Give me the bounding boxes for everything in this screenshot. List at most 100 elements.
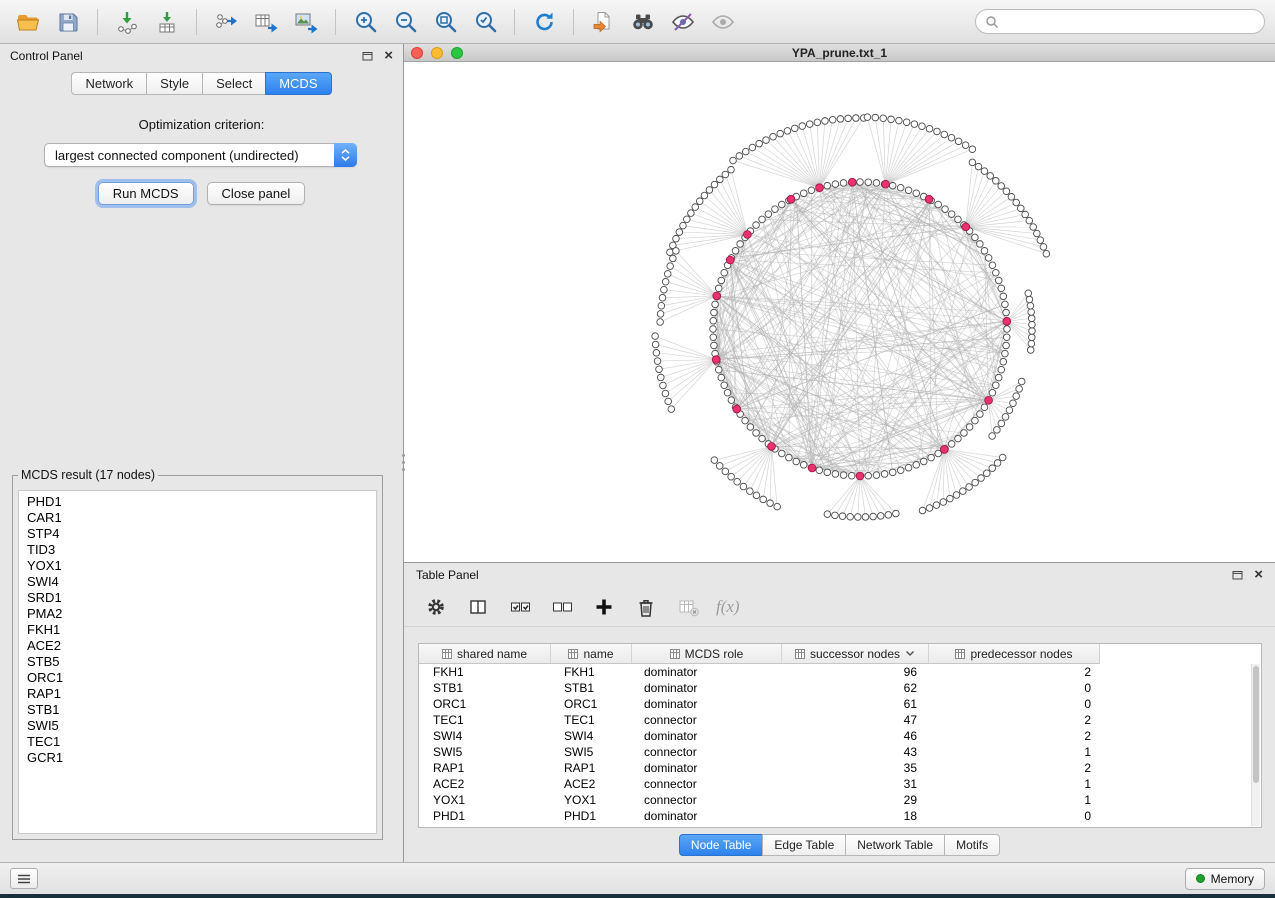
save-session-button[interactable] [50, 5, 86, 39]
tab-network-table[interactable]: Network Table [845, 834, 944, 856]
mcds-list-item[interactable]: STB5 [27, 654, 376, 670]
tab-style[interactable]: Style [146, 72, 202, 95]
mcds-list-item[interactable]: STP4 [27, 526, 376, 542]
tab-node-table[interactable]: Node Table [679, 834, 763, 856]
table-cell: PHD1 [419, 808, 551, 824]
window-maximize-button[interactable] [451, 47, 463, 59]
zoom-fit-button[interactable] [427, 5, 463, 39]
table-cell: 96 [782, 664, 929, 680]
table-cell: RAP1 [551, 760, 632, 776]
float-panel-icon[interactable] [362, 51, 373, 61]
table-row[interactable]: YOX1YOX1connector291 [419, 792, 1261, 808]
share-document-button[interactable] [585, 5, 621, 39]
column-header-successor-nodes[interactable]: successor nodes [782, 644, 929, 663]
mcds-list-item[interactable]: CAR1 [27, 510, 376, 526]
close-table-panel-icon[interactable]: × [1254, 569, 1263, 581]
table-settings-button[interactable] [422, 593, 450, 621]
network-view[interactable] [404, 62, 1275, 562]
table-row[interactable]: SWI5SWI5connector431 [419, 744, 1261, 760]
table-cell: SWI4 [551, 728, 632, 744]
tab-motifs[interactable]: Motifs [944, 834, 1000, 856]
mcds-list-item[interactable]: PMA2 [27, 606, 376, 622]
delete-table-button[interactable] [674, 593, 702, 621]
table-row[interactable]: SWI4SWI4dominator462 [419, 728, 1261, 744]
delete-column-button[interactable] [632, 593, 660, 621]
criterion-dropdown[interactable]: largest connected component (undirected) [44, 143, 357, 167]
mcds-list-item[interactable]: TEC1 [27, 734, 376, 750]
column-menu-icon [955, 649, 965, 659]
window-close-button[interactable] [411, 47, 423, 59]
run-mcds-button[interactable]: Run MCDS [98, 182, 194, 205]
column-header-name[interactable]: name [551, 644, 632, 663]
mcds-list-item[interactable]: FKH1 [27, 622, 376, 638]
table-cell: 0 [929, 808, 1099, 824]
column-header-shared-name[interactable]: shared name [419, 644, 551, 663]
close-panel-icon[interactable]: × [384, 50, 393, 62]
mcds-list-item[interactable]: RAP1 [27, 686, 376, 702]
window-minimize-button[interactable] [431, 47, 443, 59]
network-window-titlebar[interactable]: YPA_prune.txt_1 [404, 44, 1275, 62]
mcds-list-item[interactable]: TID3 [27, 542, 376, 558]
table-row[interactable]: RAP1RAP1dominator352 [419, 760, 1261, 776]
mcds-list-item[interactable]: SRD1 [27, 590, 376, 606]
mcds-list-item[interactable]: SWI5 [27, 718, 376, 734]
refresh-icon [532, 9, 557, 34]
table-scrollbar[interactable] [1251, 664, 1260, 826]
mcds-list-item[interactable]: GCR1 [27, 750, 376, 766]
mcds-list-item[interactable]: ORC1 [27, 670, 376, 686]
select-all-button[interactable] [506, 593, 534, 621]
network-window-title: YPA_prune.txt_1 [404, 46, 1275, 60]
show-columns-button[interactable] [464, 593, 492, 621]
close-panel-button[interactable]: Close panel [207, 182, 306, 205]
status-menu-button[interactable] [10, 868, 38, 889]
control-panel-header: Control Panel × [0, 44, 403, 68]
refresh-button[interactable] [526, 5, 562, 39]
function-builder-label[interactable]: f(x) [716, 597, 740, 617]
table-cell: 1 [929, 744, 1099, 760]
table-row[interactable]: TEC1TEC1connector472 [419, 712, 1261, 728]
tab-select[interactable]: Select [202, 72, 265, 95]
export-table-button[interactable] [248, 5, 284, 39]
mcds-list-item[interactable]: PHD1 [27, 494, 376, 510]
mcds-list-item[interactable]: ACE2 [27, 638, 376, 654]
column-header-mcds-role[interactable]: MCDS role [632, 644, 782, 663]
zoom-out-button[interactable] [387, 5, 423, 39]
trash-icon [635, 596, 657, 618]
search-input[interactable] [1005, 15, 1255, 29]
mcds-list-item[interactable]: SWI4 [27, 574, 376, 590]
tab-network[interactable]: Network [71, 72, 146, 95]
open-file-button[interactable] [10, 5, 46, 39]
tab-edge-table[interactable]: Edge Table [762, 834, 845, 856]
table-row[interactable]: ACE2ACE2connector311 [419, 776, 1261, 792]
tab-mcds[interactable]: MCDS [265, 72, 331, 95]
scrollbar-thumb[interactable] [1253, 666, 1259, 783]
zoom-in-icon [353, 9, 378, 34]
network-graph[interactable] [404, 62, 1272, 562]
table-cell: 47 [782, 712, 929, 728]
zoom-in-button[interactable] [347, 5, 383, 39]
memory-button[interactable]: Memory [1185, 868, 1265, 890]
mcds-list-item[interactable]: STB1 [27, 702, 376, 718]
table-row[interactable]: ORC1ORC1dominator610 [419, 696, 1261, 712]
zoom-selected-button[interactable] [467, 5, 503, 39]
panel-splitter-handle[interactable] [400, 444, 406, 480]
import-network-button[interactable] [109, 5, 145, 39]
add-column-button[interactable] [590, 593, 618, 621]
table-row[interactable]: PHD1PHD1dominator180 [419, 808, 1261, 824]
mcds-list-item[interactable]: YOX1 [27, 558, 376, 574]
table-row[interactable]: FKH1FKH1dominator962 [419, 664, 1261, 680]
float-table-panel-icon[interactable] [1232, 570, 1243, 580]
show-all-button[interactable] [705, 5, 741, 39]
control-panel-title: Control Panel [10, 49, 83, 63]
import-table-button[interactable] [149, 5, 185, 39]
deselect-all-button[interactable] [548, 593, 576, 621]
find-button[interactable] [625, 5, 661, 39]
export-network-button[interactable] [208, 5, 244, 39]
table-cell: RAP1 [419, 760, 551, 776]
hide-selected-button[interactable] [665, 5, 701, 39]
export-image-button[interactable] [288, 5, 324, 39]
column-header-predecessor-nodes[interactable]: predecessor nodes [929, 644, 1099, 663]
table-cell: SWI5 [419, 744, 551, 760]
import-table-icon [154, 9, 180, 35]
table-row[interactable]: STB1STB1dominator620 [419, 680, 1261, 696]
